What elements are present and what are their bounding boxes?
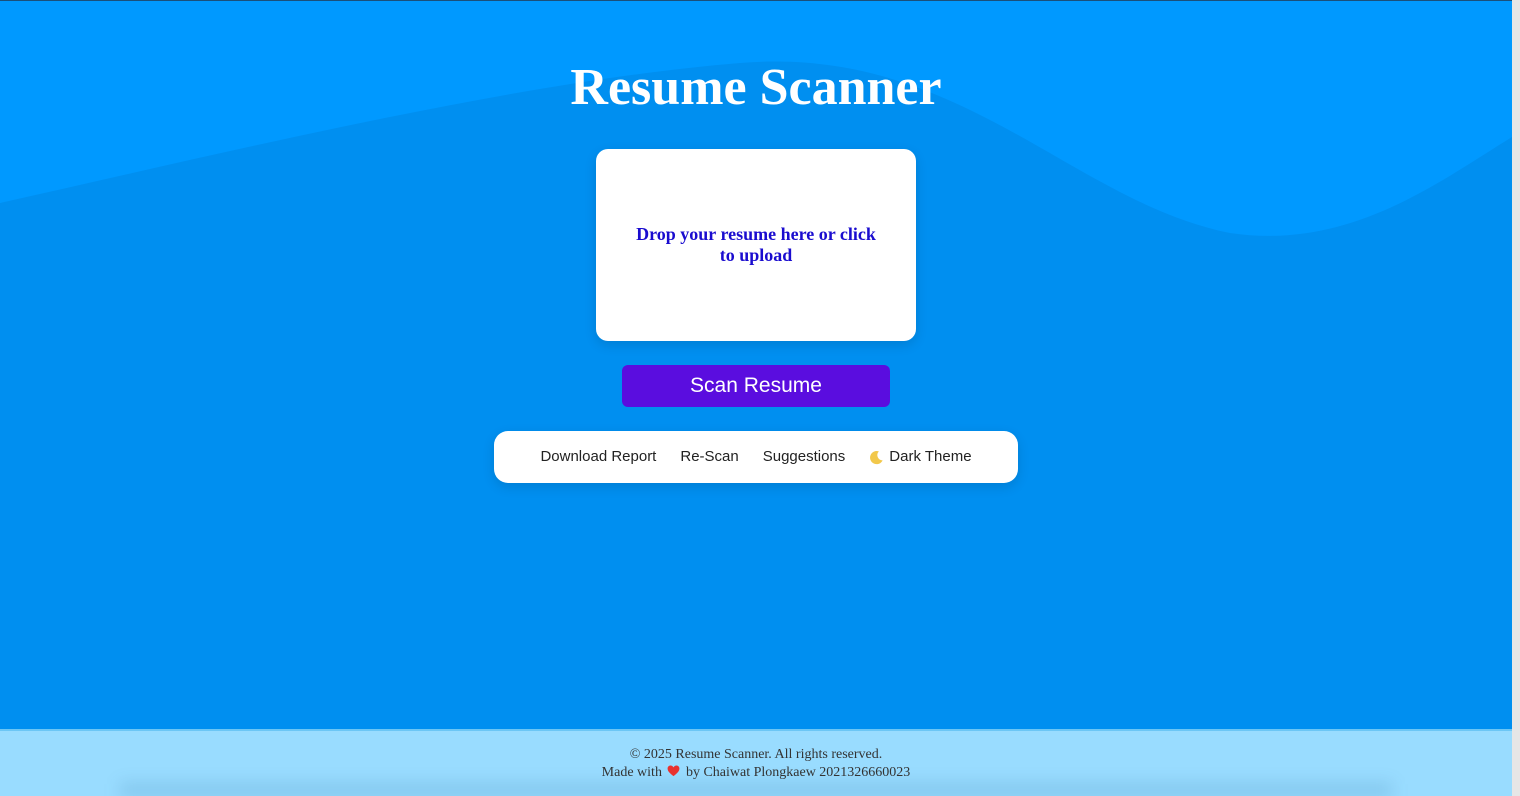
dark-theme-toggle[interactable]: Dark Theme — [869, 447, 972, 467]
download-report-button[interactable]: Download Report — [540, 447, 656, 467]
footer-made-with-label: Made with — [601, 765, 662, 780]
dark-theme-label: Dark Theme — [889, 448, 972, 465]
footer-credit: Made with by Chaiwat Plongkaew 202132666… — [0, 764, 1512, 782]
app-page: Resume Scanner Drop your resume here or … — [0, 0, 1512, 796]
scan-resume-button[interactable]: Scan Resume — [622, 365, 890, 407]
footer-shadow — [120, 783, 1392, 796]
footer: © 2025 Resume Scanner. All rights reserv… — [0, 729, 1512, 796]
resume-drop-zone[interactable]: Drop your resume here or click to upload — [596, 149, 916, 341]
actions-bar: Download Report Re-Scan Suggestions Dark… — [494, 431, 1018, 483]
moon-icon — [870, 450, 883, 464]
upload-prompt: Drop your resume here or click to upload — [636, 224, 876, 265]
rescan-button[interactable]: Re-Scan — [680, 447, 738, 467]
suggestions-button[interactable]: Suggestions — [763, 447, 846, 467]
footer-copyright: © 2025 Resume Scanner. All rights reserv… — [629, 747, 883, 762]
heart-icon — [668, 765, 680, 777]
footer-author: by Chaiwat Plongkaew 2021326660023 — [685, 765, 911, 780]
page-title: Resume Scanner — [570, 59, 942, 116]
